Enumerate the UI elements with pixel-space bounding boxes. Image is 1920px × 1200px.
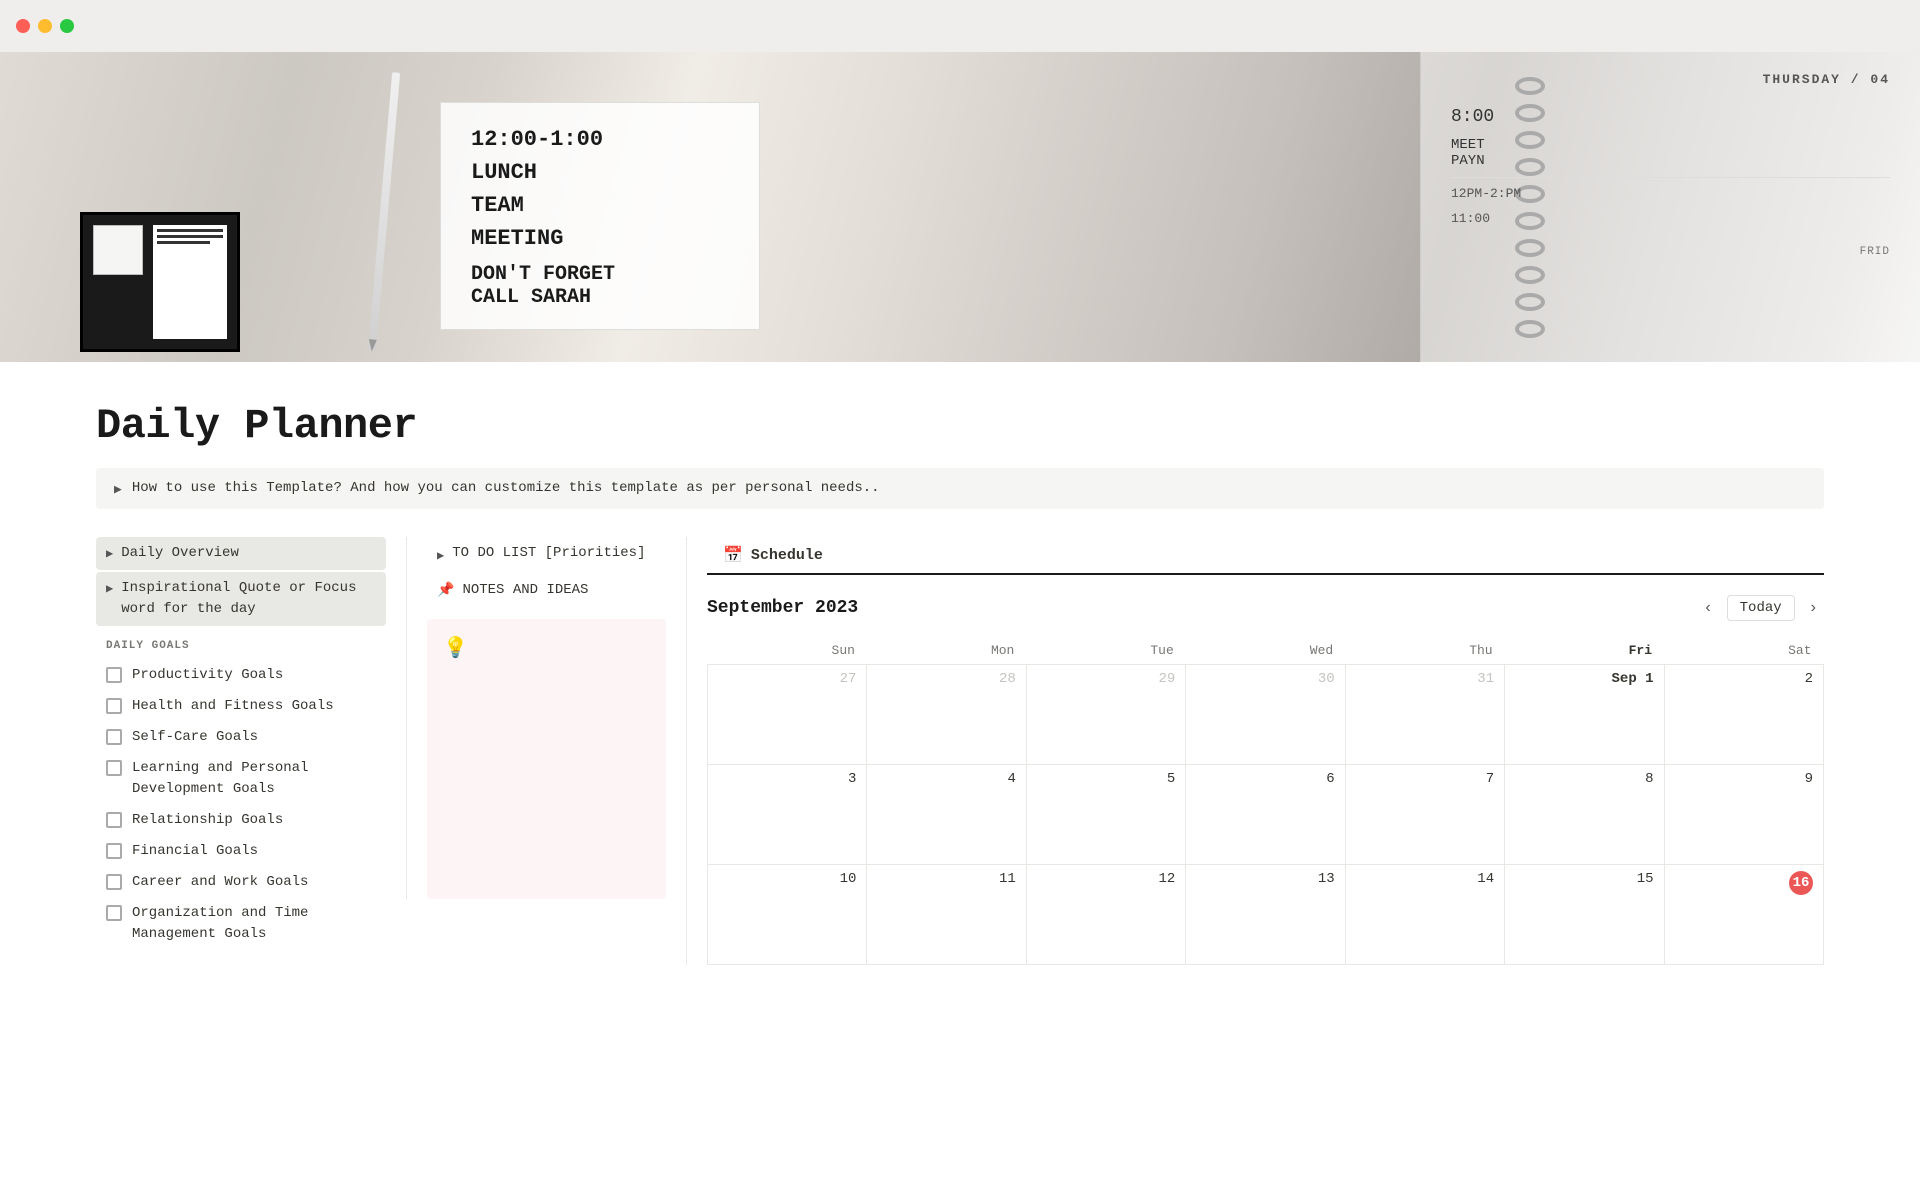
- notes-pin-icon: 📌: [437, 582, 454, 599]
- inspirational-quote-label: Inspirational Quote or Focus word for th…: [121, 578, 376, 620]
- calendar-tab-icon: 📅: [723, 545, 743, 565]
- calendar-day[interactable]: 8: [1505, 765, 1664, 865]
- daily-goals-header: DAILY GOALS: [106, 640, 386, 652]
- main-content: Daily Planner ▶ How to use this Template…: [0, 362, 1920, 1005]
- callout-box[interactable]: ▶ How to use this Template? And how you …: [96, 468, 1824, 509]
- schedule-tab[interactable]: 📅 Schedule: [707, 537, 839, 575]
- checkbox-financial[interactable]: Financial Goals: [96, 836, 386, 867]
- minimize-button[interactable]: [38, 19, 52, 33]
- col-sun: Sun: [708, 637, 867, 665]
- calendar-day[interactable]: 28: [867, 665, 1026, 765]
- checkbox-label: Organization and Time Management Goals: [132, 903, 376, 945]
- today-button[interactable]: Today: [1727, 595, 1795, 621]
- calendar-day[interactable]: 14: [1345, 865, 1504, 965]
- col-mon: Mon: [867, 637, 1026, 665]
- calendar-navigation: ‹ Today ›: [1697, 595, 1824, 621]
- right-column-calendar: 📅 Schedule September 2023 ‹ Today › Sun: [686, 537, 1824, 965]
- calendar-day[interactable]: 2: [1664, 665, 1823, 765]
- close-button[interactable]: [16, 19, 30, 33]
- calendar-day[interactable]: 4: [867, 765, 1026, 865]
- calendar-day-today[interactable]: 16: [1664, 865, 1823, 965]
- calendar-day[interactable]: 12: [1026, 865, 1185, 965]
- next-month-button[interactable]: ›: [1803, 595, 1824, 621]
- callout-text: How to use this Template? And how you ca…: [132, 480, 880, 496]
- calendar-day[interactable]: 3: [708, 765, 867, 865]
- checkbox-box[interactable]: [106, 667, 122, 683]
- calendar-day[interactable]: 13: [1186, 865, 1345, 965]
- callout-arrow-icon: ▶: [114, 482, 122, 497]
- checkbox-box[interactable]: [106, 905, 122, 921]
- calendar-day[interactable]: 27: [708, 665, 867, 765]
- page-title: Daily Planner: [96, 402, 1824, 450]
- toggle-arrow-icon-2: ▶: [106, 581, 113, 596]
- calendar-day[interactable]: 5: [1026, 765, 1185, 865]
- calendar-day[interactable]: 15: [1505, 865, 1664, 965]
- checkbox-box[interactable]: [106, 874, 122, 890]
- calendar-grid: Sun Mon Tue Wed Thu Fri Sat 27 28 29: [707, 637, 1824, 965]
- calendar-tabs: 📅 Schedule: [707, 537, 1824, 575]
- notes-label: NOTES AND IDEAS: [462, 580, 588, 601]
- calendar-day[interactable]: 31: [1345, 665, 1504, 765]
- calendar-day[interactable]: 11: [867, 865, 1026, 965]
- todo-arrow-icon: ▶: [437, 548, 444, 563]
- calendar-week-row: 27 28 29 30 31 Sep 1 2: [708, 665, 1824, 765]
- schedule-tab-label: Schedule: [751, 547, 823, 564]
- checkbox-box[interactable]: [106, 729, 122, 745]
- calendar-day[interactable]: 6: [1186, 765, 1345, 865]
- checkbox-label: Health and Fitness Goals: [132, 696, 334, 717]
- maximize-button[interactable]: [60, 19, 74, 33]
- title-bar: [0, 0, 1920, 52]
- col-thu: Thu: [1345, 637, 1504, 665]
- col-sat: Sat: [1664, 637, 1823, 665]
- calendar-week-row: 3 4 5 6 7 8 9: [708, 765, 1824, 865]
- calendar-header-row: Sun Mon Tue Wed Thu Fri Sat: [708, 637, 1824, 665]
- checkbox-productivity[interactable]: Productivity Goals: [96, 660, 386, 691]
- daily-overview-label: Daily Overview: [121, 543, 239, 564]
- notes-area[interactable]: 💡: [427, 619, 666, 899]
- checkbox-career[interactable]: Career and Work Goals: [96, 867, 386, 898]
- checkbox-organization[interactable]: Organization and Time Management Goals: [96, 898, 386, 950]
- col-fri: Fri: [1505, 637, 1664, 665]
- col-wed: Wed: [1186, 637, 1345, 665]
- daily-overview-toggle[interactable]: ▶ Daily Overview: [96, 537, 386, 570]
- calendar-day[interactable]: 30: [1186, 665, 1345, 765]
- checkbox-label: Self-Care Goals: [132, 727, 258, 748]
- calendar-week-row: 10 11 12 13 14 15 16: [708, 865, 1824, 965]
- checkbox-learning[interactable]: Learning and Personal Development Goals: [96, 753, 386, 805]
- checkbox-box[interactable]: [106, 698, 122, 714]
- calendar-day[interactable]: 9: [1664, 765, 1823, 865]
- checkbox-health[interactable]: Health and Fitness Goals: [96, 691, 386, 722]
- toggle-arrow-icon: ▶: [106, 546, 113, 561]
- checkbox-label: Financial Goals: [132, 841, 258, 862]
- checkbox-label: Relationship Goals: [132, 810, 283, 831]
- inspirational-quote-toggle[interactable]: ▶ Inspirational Quote or Focus word for …: [96, 572, 386, 626]
- col-tue: Tue: [1026, 637, 1185, 665]
- notes-item[interactable]: 📌 NOTES AND IDEAS: [427, 574, 666, 607]
- hero-image: 12:00-1:00LUNCHTEAMMEETING DON'T FORGET …: [0, 52, 1920, 362]
- checkbox-box[interactable]: [106, 760, 122, 776]
- lightbulb-icon: 💡: [443, 635, 468, 661]
- checkbox-label: Career and Work Goals: [132, 872, 308, 893]
- todo-label: TO DO LIST [Priorities]: [452, 543, 645, 564]
- month-year-label: September 2023: [707, 598, 858, 618]
- calendar-day-sep1[interactable]: Sep 1: [1505, 665, 1664, 765]
- middle-column: ▶ TO DO LIST [Priorities] 📌 NOTES AND ID…: [406, 537, 686, 899]
- prev-month-button[interactable]: ‹: [1697, 595, 1718, 621]
- checkbox-box[interactable]: [106, 843, 122, 859]
- calendar-header: September 2023 ‹ Today ›: [707, 595, 1824, 621]
- calendar-day[interactable]: 7: [1345, 765, 1504, 865]
- checkbox-label: Learning and Personal Development Goals: [132, 758, 376, 800]
- calendar-day[interactable]: 10: [708, 865, 867, 965]
- calendar-day[interactable]: 29: [1026, 665, 1185, 765]
- left-column: ▶ Daily Overview ▶ Inspirational Quote o…: [96, 537, 406, 950]
- checkbox-label: Productivity Goals: [132, 665, 283, 686]
- three-column-layout: ▶ Daily Overview ▶ Inspirational Quote o…: [96, 537, 1824, 965]
- todo-toggle[interactable]: ▶ TO DO LIST [Priorities]: [427, 537, 666, 570]
- checkbox-box[interactable]: [106, 812, 122, 828]
- checkbox-relationship[interactable]: Relationship Goals: [96, 805, 386, 836]
- checkbox-selfcare[interactable]: Self-Care Goals: [96, 722, 386, 753]
